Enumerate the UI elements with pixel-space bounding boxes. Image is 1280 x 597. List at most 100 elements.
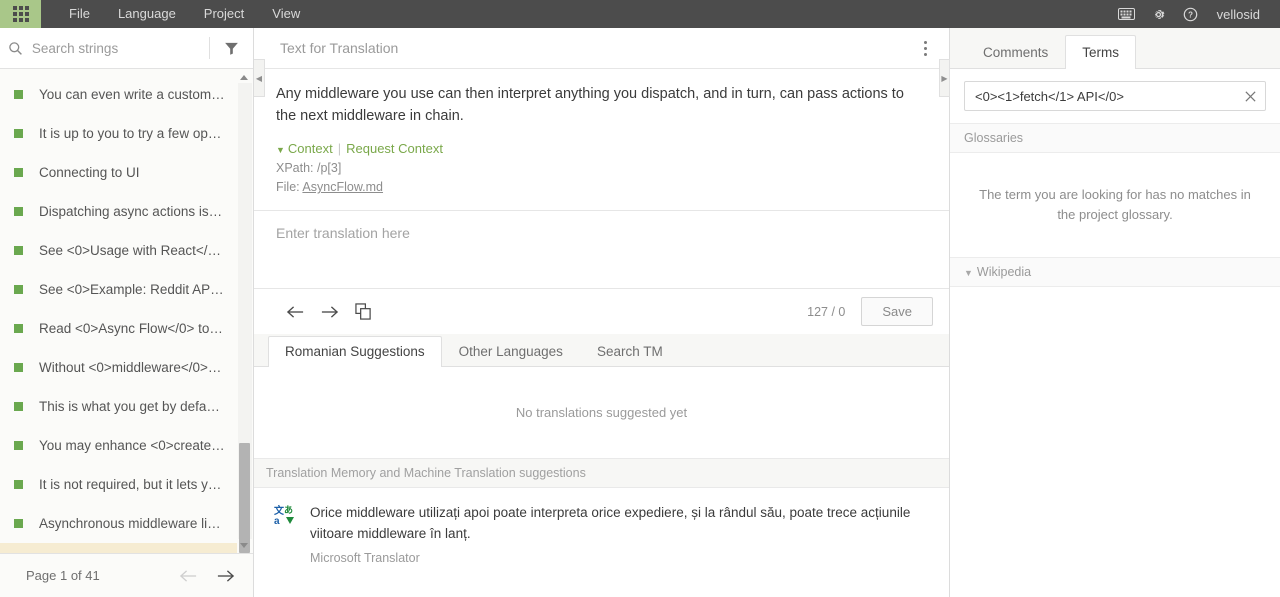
file-link[interactable]: AsyncFlow.md (302, 180, 383, 194)
collapse-right-icon[interactable]: ▶ (939, 59, 950, 97)
status-dot (14, 89, 23, 99)
pagination-bar: Page 1 of 41 (0, 553, 253, 597)
save-button[interactable]: Save (861, 297, 933, 326)
caret-down-icon: ▼ (276, 145, 285, 155)
gear-icon[interactable] (1143, 0, 1175, 28)
glossary-empty-message: The term you are looking for has no matc… (979, 187, 1251, 222)
strings-list-container: You can even write a custom middle... It… (0, 69, 253, 553)
apps-grid-icon[interactable] (0, 0, 41, 28)
list-item-label: It is not required, but it lets you <0>.… (39, 476, 225, 492)
tab-romanian-suggestions[interactable]: Romanian Suggestions (268, 336, 442, 367)
grid-glyph (12, 6, 29, 22)
right-panel-filler (950, 287, 1280, 597)
menu-item-file[interactable]: File (55, 0, 104, 28)
translation-input-area[interactable]: Enter translation here (254, 210, 949, 288)
kebab-menu-icon[interactable] (916, 35, 935, 62)
list-item-label: You may enhance <0>createStore()<... (39, 437, 225, 453)
copy-source-icon[interactable] (346, 295, 380, 329)
list-item[interactable]: Read <0>Async Flow</0> to recap h... (0, 309, 237, 348)
list-item[interactable]: It is not required, but it lets you <0>.… (0, 465, 237, 504)
list-item[interactable]: See <0>Usage with React</0> for an ... (0, 231, 237, 270)
status-dot (14, 479, 23, 489)
terms-panel: Comments Terms Glossaries The term you a… (950, 28, 1280, 597)
list-item-selected[interactable]: Any middleware you use can then in... (0, 543, 237, 553)
tm-suggestion-body: Orice middleware utilizați apoi poate in… (310, 502, 919, 565)
filter-funnel-icon[interactable] (210, 41, 253, 56)
list-item-label: It is up to you to try a few options, c.… (39, 125, 225, 141)
list-item[interactable]: This is what you get by default with ... (0, 387, 237, 426)
scroll-down-button[interactable] (237, 539, 250, 551)
topbar-actions: ? vellosid (1111, 0, 1280, 28)
search-bar (0, 28, 253, 69)
page-title: Text for Translation (280, 40, 399, 56)
editor-toolbar: 127 / 0 Save (254, 288, 949, 334)
list-item[interactable]: It is up to you to try a few options, c.… (0, 114, 237, 153)
search-input[interactable] (31, 28, 209, 68)
status-dot (14, 518, 23, 528)
list-item[interactable]: Asynchronous middleware like <0>r... (0, 504, 237, 543)
tab-search-tm[interactable]: Search TM (580, 336, 680, 367)
list-item-label: Connecting to UI (39, 164, 140, 180)
tm-section-header: Translation Memory and Machine Translati… (254, 458, 949, 488)
status-dot (14, 167, 23, 177)
file-label: File: (276, 180, 300, 194)
list-item[interactable]: Without <0>middleware</0>, Redux ... (0, 348, 237, 387)
user-name[interactable]: vellosid (1207, 7, 1268, 22)
status-dot (14, 128, 23, 138)
machine-translation-icon: 文 あ a (274, 502, 310, 565)
list-item-label: You can even write a custom middle... (39, 86, 225, 102)
svg-text:a: a (274, 516, 280, 526)
status-dot (14, 323, 23, 333)
list-item[interactable]: Dispatching async actions is no diffe... (0, 192, 237, 231)
next-string-button[interactable] (312, 295, 346, 329)
pagination-buttons (179, 569, 235, 583)
menu-item-language[interactable]: Language (104, 0, 190, 28)
svg-text:?: ? (1188, 10, 1193, 19)
help-icon[interactable]: ? (1175, 0, 1207, 28)
glossaries-header: Glossaries (950, 123, 1280, 153)
prev-page-button[interactable] (179, 569, 198, 583)
svg-text:あ: あ (284, 505, 293, 515)
menu-item-view[interactable]: View (258, 0, 314, 28)
caret-down-icon: ▼ (964, 268, 973, 278)
suggestions-empty-message: No translations suggested yet (254, 367, 949, 458)
workspace: You can even write a custom middle... It… (0, 28, 1280, 597)
search-icon (0, 41, 32, 56)
list-item[interactable]: See <0>Example: Reddit API</0> for ... (0, 270, 237, 309)
request-context-link[interactable]: Request Context (346, 141, 443, 156)
right-panel-tabs: Comments Terms (950, 28, 1280, 69)
close-icon[interactable] (1235, 90, 1265, 103)
context-toggle[interactable]: Context (288, 141, 333, 156)
suggestion-tabs: Romanian Suggestions Other Languages Sea… (254, 334, 949, 367)
source-text: Any middleware you use can then interpre… (276, 86, 904, 124)
term-search-input[interactable] (965, 82, 1235, 110)
collapse-left-icon[interactable]: ◀ (254, 59, 265, 97)
keyboard-icon[interactable] (1111, 0, 1143, 28)
tab-terms[interactable]: Terms (1065, 35, 1137, 69)
next-page-button[interactable] (216, 569, 235, 583)
list-item-label: Without <0>middleware</0>, Redux ... (39, 359, 225, 375)
menu-item-project[interactable]: Project (190, 0, 258, 28)
status-dot (14, 362, 23, 372)
file-line: File: AsyncFlow.md (266, 175, 925, 194)
status-dot (14, 206, 23, 216)
tm-suggestion-text: Orice middleware utilizați apoi poate in… (310, 505, 911, 541)
scroll-up-button[interactable] (237, 71, 250, 83)
status-dot (14, 440, 23, 450)
wikipedia-header[interactable]: ▼ Wikipedia (950, 257, 1280, 287)
xpath-line: XPath: /p[3] (276, 161, 342, 175)
list-item[interactable]: Connecting to UI (0, 153, 237, 192)
list-item[interactable]: You can even write a custom middle... (0, 75, 237, 114)
list-item-label: See <0>Usage with React</0> for an ... (39, 242, 225, 258)
tab-comments[interactable]: Comments (966, 35, 1065, 69)
tab-other-languages[interactable]: Other Languages (442, 336, 580, 367)
status-dot (14, 284, 23, 294)
list-item-label: Read <0>Async Flow</0> to recap h... (39, 320, 225, 336)
term-search-box (964, 81, 1266, 111)
translation-panel-header: Text for Translation (254, 28, 949, 69)
list-item[interactable]: You may enhance <0>createStore()<... (0, 426, 237, 465)
list-item-label: See <0>Example: Reddit API</0> for ... (39, 281, 225, 297)
term-search-wrapper (950, 69, 1280, 123)
prev-string-button[interactable] (278, 295, 312, 329)
tm-suggestion-item[interactable]: 文 あ a Orice middleware utilizați apoi po… (254, 488, 949, 575)
